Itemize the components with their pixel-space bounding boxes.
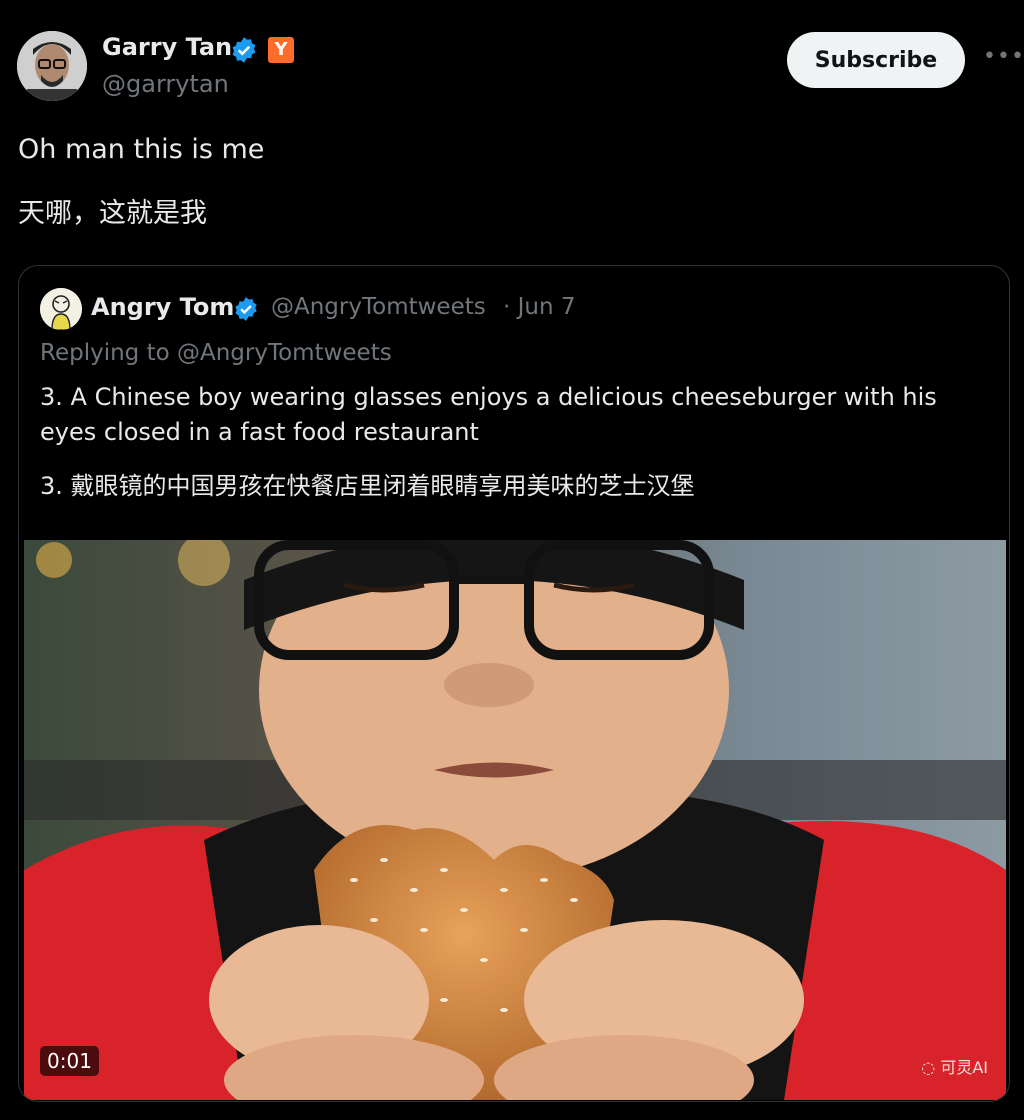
more-options-icon[interactable]: •••: [983, 44, 1024, 72]
quoted-author-avatar[interactable]: [40, 288, 82, 330]
author-avatar[interactable]: [17, 31, 87, 101]
author-name[interactable]: Garry Tan: [102, 33, 232, 61]
replying-to[interactable]: Replying to @AngryTomtweets: [40, 340, 392, 366]
watermark-logo-icon: ◌: [921, 1058, 936, 1077]
verified-icon: [230, 36, 258, 64]
author-handle[interactable]: @garrytan: [102, 70, 229, 98]
quoted-author-name[interactable]: Angry Tom: [91, 293, 234, 321]
quoted-text-zh: 3. 戴眼镜的中国男孩在快餐店里闭着眼睛享用美味的芝士汉堡: [40, 472, 695, 500]
quoted-text-en: 3. A Chinese boy wearing glasses enjoys …: [40, 383, 937, 446]
tweet-text-line2: 天哪，这就是我: [18, 198, 207, 229]
watermark-text: 可灵AI: [940, 1058, 988, 1077]
quoted-date[interactable]: · Jun 7: [503, 294, 576, 320]
quoted-author-handle[interactable]: @AngryTomtweets: [271, 294, 486, 320]
video-frame: [24, 540, 1006, 1100]
tweet-text-line1: Oh man this is me: [18, 134, 265, 165]
ycombinator-badge-icon[interactable]: Y: [268, 37, 294, 63]
video-timecode: 0:01: [40, 1046, 99, 1076]
ai-watermark: ◌ 可灵AI: [921, 1054, 988, 1078]
verified-icon: [233, 296, 259, 322]
subscribe-button[interactable]: Subscribe: [787, 32, 965, 88]
video-player[interactable]: 0:01 ◌ 可灵AI: [24, 540, 1006, 1100]
quoted-tweet-card[interactable]: Angry Tom @AngryTomtweets · Jun 7 Replyi…: [18, 265, 1010, 1102]
